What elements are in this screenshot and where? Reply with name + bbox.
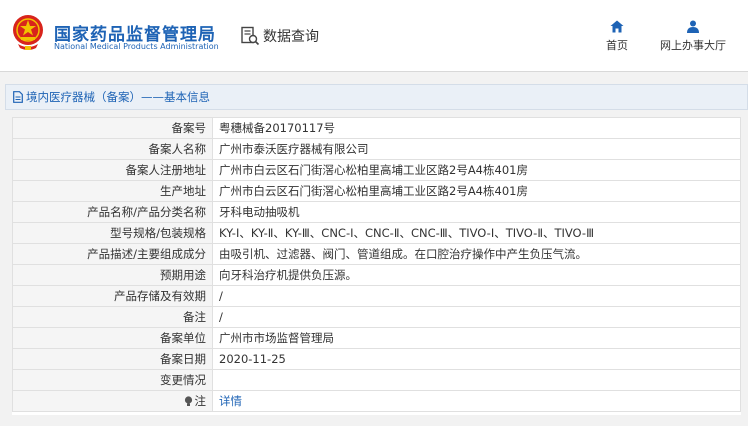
lightbulb-icon	[184, 396, 192, 406]
row-value: 广州市白云区石门街滘心松柏里高埔工业区路2号A4栋401房	[212, 159, 741, 181]
row-label: 备案日期	[12, 348, 213, 370]
table-row: 备注 /	[12, 306, 741, 328]
row-label: 备案人注册地址	[12, 159, 213, 181]
table-row: 产品存储及有效期 /	[12, 285, 741, 307]
table-row: 型号规格/包装规格 KY-Ⅰ、KY-Ⅱ、KY-Ⅲ、CNC-Ⅰ、CNC-Ⅱ、CNC…	[12, 222, 741, 244]
row-label: 生产地址	[12, 180, 213, 202]
row-label: 型号规格/包装规格	[12, 222, 213, 244]
row-value: 牙科电动抽吸机	[212, 201, 741, 223]
note-label-cell: 注	[12, 390, 213, 412]
row-label: 产品描述/主要组成成分	[12, 243, 213, 265]
table-row: 备案人名称 广州市泰沃医疗器械有限公司	[12, 138, 741, 160]
row-label: 注	[194, 394, 207, 408]
search-document-icon	[241, 26, 260, 46]
record-detail-table: 备案号 粤穗械备20170117号 备案人名称 广州市泰沃医疗器械有限公司 备案…	[12, 117, 741, 415]
row-value: 广州市白云区石门街滘心松柏里高埔工业区路2号A4栋401房	[212, 180, 741, 202]
row-label: 备案号	[12, 117, 213, 139]
table-row: 变更情况	[12, 369, 741, 391]
row-label: 备案单位	[12, 327, 213, 349]
row-value: 由吸引机、过滤器、阀门、管道组成。在口腔治疗操作中产生负压气流。	[212, 243, 741, 265]
table-row: 预期用途 向牙科治疗机提供负压源。	[12, 264, 741, 286]
table-row: 备案人注册地址 广州市白云区石门街滘心松柏里高埔工业区路2号A4栋401房	[12, 159, 741, 181]
nav-home[interactable]: 首页	[601, 20, 633, 60]
national-emblem-icon	[13, 15, 43, 50]
row-value	[212, 369, 741, 391]
row-label: 产品名称/产品分类名称	[12, 201, 213, 223]
section-title: 境内医疗器械（备案）——基本信息	[26, 90, 210, 104]
row-value: 广州市市场监督管理局	[212, 327, 741, 349]
data-query-link[interactable]: 数据查询	[240, 26, 319, 46]
table-row: 产品描述/主要组成成分 由吸引机、过滤器、阀门、管道组成。在口腔治疗操作中产生负…	[12, 243, 741, 265]
row-label: 变更情况	[12, 369, 213, 391]
row-value: /	[212, 285, 741, 307]
row-label: 产品存储及有效期	[12, 285, 213, 307]
table-row: 产品名称/产品分类名称 牙科电动抽吸机	[12, 201, 741, 223]
row-value: 广州市泰沃医疗器械有限公司	[212, 138, 741, 160]
user-icon	[687, 20, 699, 33]
row-value: 2020-11-25	[212, 348, 741, 370]
table-row: 注 详情	[12, 390, 741, 412]
data-query-label: 数据查询	[263, 29, 319, 45]
table-row: 生产地址 广州市白云区石门街滘心松柏里高埔工业区路2号A4栋401房	[12, 180, 741, 202]
row-label: 备注	[12, 306, 213, 328]
row-label: 预期用途	[12, 264, 213, 286]
site-header: 国家药品监督管理局 National Medical Products Admi…	[0, 0, 748, 70]
document-icon	[13, 91, 23, 103]
brand-name-en: National Medical Products Administration	[54, 42, 219, 51]
details-link[interactable]: 详情	[212, 390, 741, 412]
row-value: KY-Ⅰ、KY-Ⅱ、KY-Ⅲ、CNC-Ⅰ、CNC-Ⅱ、CNC-Ⅲ、TIVO-Ⅰ、…	[212, 222, 741, 244]
nav-online-office[interactable]: 网上办事大厅	[653, 20, 733, 60]
nav-online-office-label: 网上办事大厅	[660, 39, 726, 52]
table-row: 备案单位 广州市市场监督管理局	[12, 327, 741, 349]
home-icon	[610, 20, 624, 33]
section-header: 境内医疗器械（备案）——基本信息	[5, 84, 748, 110]
row-value: /	[212, 306, 741, 328]
table-row: 备案号 粤穗械备20170117号	[12, 117, 741, 139]
nav-home-label: 首页	[606, 39, 628, 52]
row-label: 备案人名称	[12, 138, 213, 160]
row-value: 向牙科治疗机提供负压源。	[212, 264, 741, 286]
table-row: 备案日期 2020-11-25	[12, 348, 741, 370]
row-value: 粤穗械备20170117号	[212, 117, 741, 139]
